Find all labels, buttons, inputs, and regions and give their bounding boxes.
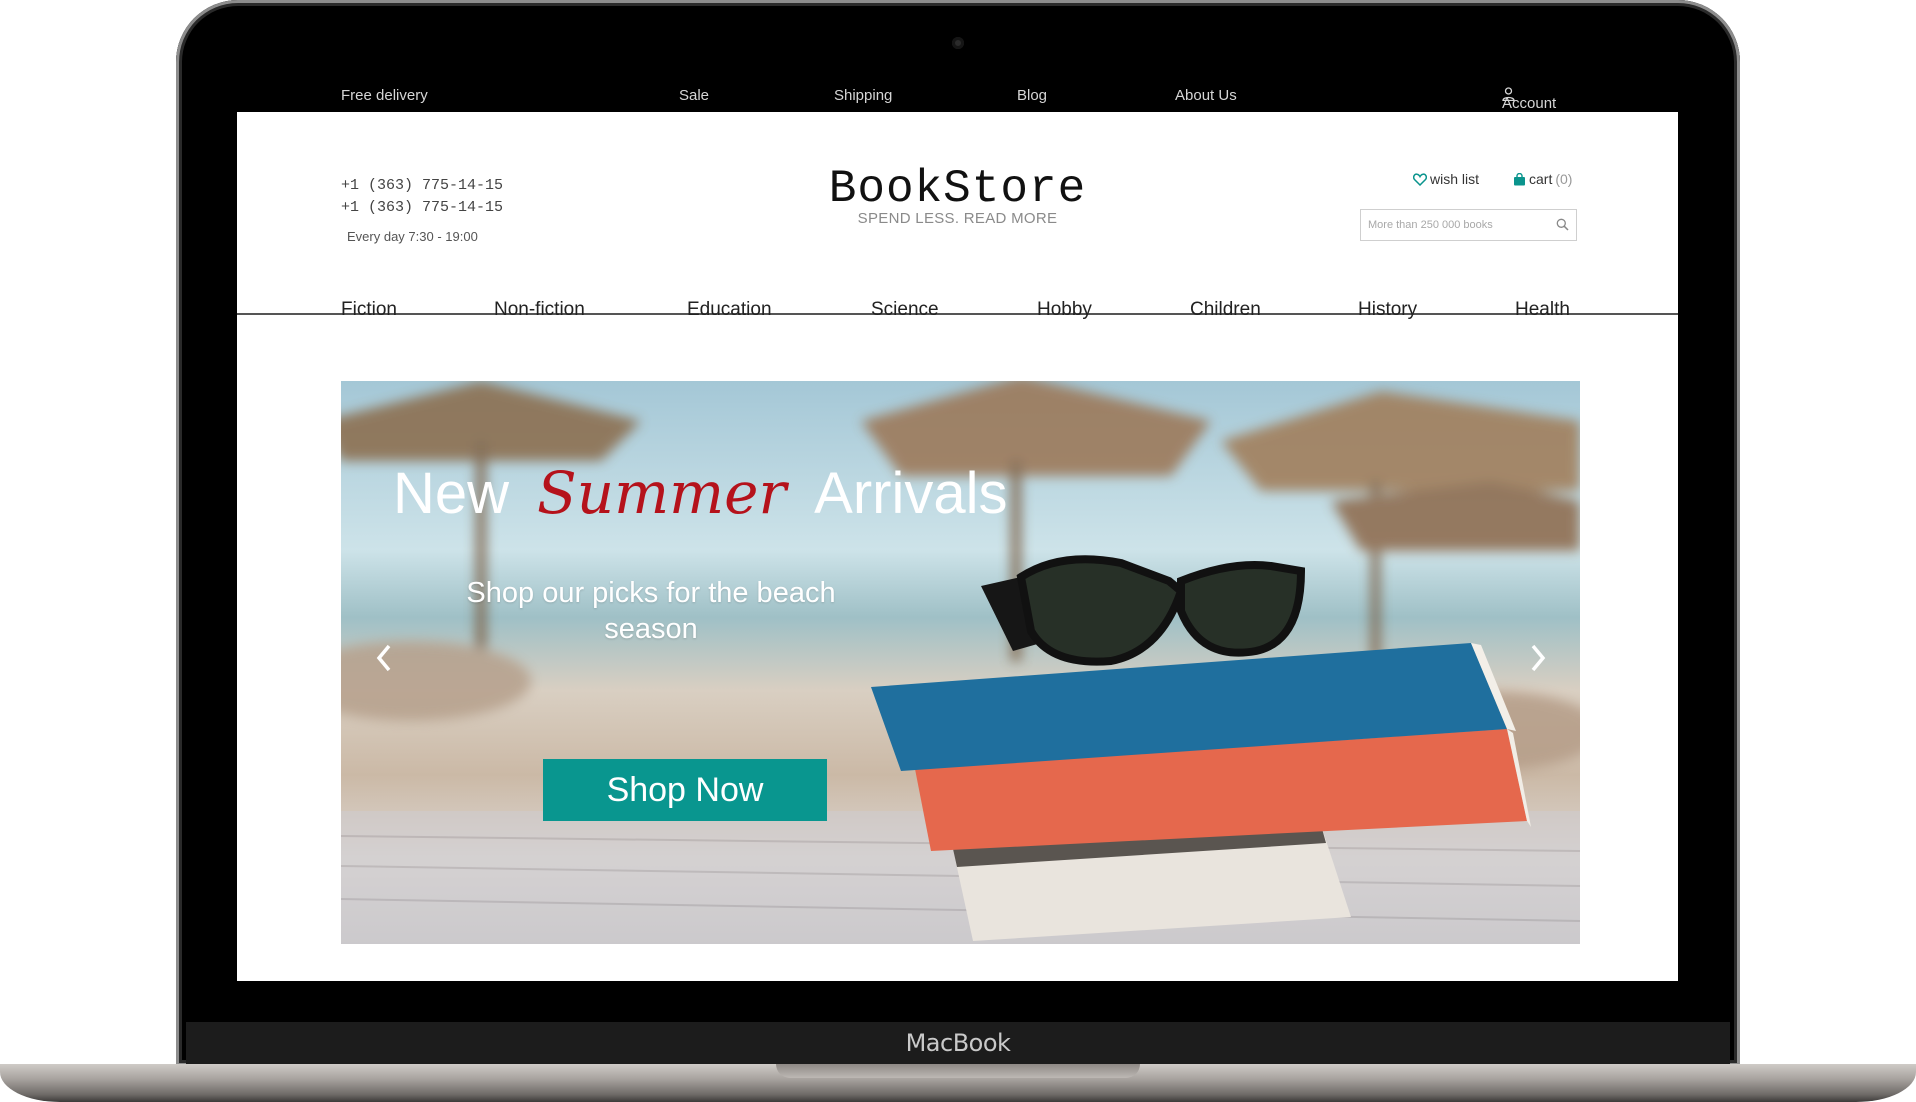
nav-item-history[interactable]: History — [1358, 299, 1417, 321]
hero-title-word: Arrivals — [814, 461, 1008, 526]
category-nav: Fiction Non-fiction Education Science Ho… — [237, 257, 1678, 320]
camera-icon — [952, 37, 964, 49]
cart-link[interactable]: cart (0) — [1513, 171, 1572, 187]
wishlist-label: wish list — [1430, 171, 1480, 187]
search-input[interactable] — [1368, 219, 1548, 231]
account-link[interactable]: Account — [1502, 87, 1556, 112]
opening-hours: Every day 7:30 - 19:00 — [347, 229, 478, 244]
search-icon — [1556, 218, 1569, 231]
shop-now-button[interactable]: Shop Now — [543, 759, 827, 821]
hero-title-accent: Summer — [537, 459, 787, 527]
chevron-left-icon — [376, 644, 391, 672]
cart-label: cart — [1529, 171, 1553, 187]
device-brand-label: MacBook — [905, 1029, 1011, 1057]
nav-item-science[interactable]: Science — [871, 299, 939, 321]
search-box — [1360, 209, 1577, 241]
carousel-prev-button[interactable] — [375, 643, 393, 678]
nav-item-children[interactable]: Children — [1190, 299, 1261, 321]
cart-icon — [1514, 172, 1525, 185]
nav-item-fiction[interactable]: Fiction — [341, 299, 397, 321]
hero-carousel: New Summer Arrivals Shop our picks for the… — [341, 381, 1580, 944]
topbar-link-blog[interactable]: Blog — [1017, 87, 1047, 104]
nav-item-hobby[interactable]: Hobby — [1037, 299, 1092, 321]
hero-title-word: New — [393, 461, 510, 526]
topbar-link-shipping[interactable]: Shipping — [834, 87, 892, 104]
search-button[interactable] — [1556, 218, 1569, 236]
topbar-link-sale[interactable]: Sale — [679, 87, 709, 104]
chevron-right-icon — [1531, 644, 1546, 672]
nav-item-health[interactable]: Health — [1515, 299, 1570, 321]
top-bar: Free delivery Sale Shipping Blog About U… — [237, 79, 1678, 112]
nav-item-non-fiction[interactable]: Non-fiction — [494, 299, 585, 321]
cart-count: (0) — [1555, 171, 1573, 187]
laptop-notch — [776, 1064, 1140, 1078]
topbar-link-about-us[interactable]: About Us — [1175, 87, 1237, 104]
account-label: Account — [1502, 95, 1557, 112]
free-delivery-link[interactable]: Free delivery — [341, 87, 428, 104]
nav-item-education[interactable]: Education — [687, 299, 772, 321]
hero-subtitle: Shop our picks for the beach season — [466, 577, 836, 645]
heart-icon — [1413, 172, 1427, 186]
browser-screen: Free delivery Sale Shipping Blog About U… — [237, 79, 1678, 981]
hero-title: New Summer Arrivals — [393, 459, 1008, 527]
carousel-next-button[interactable] — [1529, 643, 1547, 678]
wishlist-link[interactable]: wish list — [1413, 171, 1479, 187]
